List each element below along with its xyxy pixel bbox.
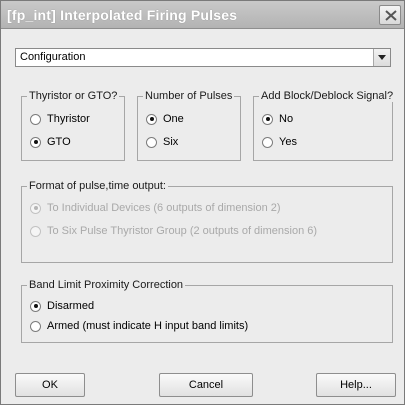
radio-button[interactable] [262,136,273,148]
radio-thyristor[interactable]: Thyristor [30,113,90,125]
radio-label: Armed (must indicate H input band limits… [47,320,249,332]
title-bar[interactable]: [fp_int] Interpolated Firing Pulses [1,1,404,29]
configuration-dropdown[interactable]: Configuration [15,48,391,67]
radio-button[interactable] [30,300,41,312]
close-button[interactable] [379,5,401,25]
radio-button[interactable] [146,113,157,125]
group-legend: Number of Pulses [143,90,235,102]
radio-no[interactable]: No [262,113,293,125]
configuration-dropdown-value: Configuration [20,51,86,63]
block-deblock-group: Add Block/Deblock Signal? No Yes [253,90,396,161]
radio-label: Thyristor [47,113,90,125]
radio-label: Six [163,136,179,148]
radio-button[interactable] [30,113,41,125]
cancel-button[interactable]: Cancel [159,373,253,397]
radio-armed[interactable]: Armed (must indicate H input band limits… [30,320,248,332]
radio-button [30,225,41,237]
radio-label: No [279,113,294,125]
radio-button[interactable] [262,113,273,125]
thyristor-or-gto-group: Thyristor or GTO? Thyristor GTO [21,90,125,161]
ok-button[interactable]: OK [15,373,85,397]
radio-six[interactable]: Six [146,136,178,148]
radio-gto[interactable]: GTO [30,136,71,148]
radio-button[interactable] [30,136,41,148]
radio-label: Yes [279,136,297,148]
radio-disarmed[interactable]: Disarmed [30,300,94,312]
radio-label: To Six Pulse Thyristor Group (2 outputs … [47,225,318,237]
group-legend: Band Limit Proximity Correction [27,279,186,291]
radio-label: One [163,113,184,125]
radio-label: Disarmed [47,300,95,312]
radio-label: To Individual Devices (6 outputs of dime… [47,202,281,214]
chevron-down-icon [378,55,386,60]
pulse-format-group: Format of pulse,time output: To Individu… [21,180,393,263]
dialog-window: [fp_int] Interpolated Firing Pulses Conf… [0,0,405,405]
radio-button[interactable] [146,136,157,148]
radio-label: GTO [47,136,71,148]
close-icon [385,10,397,21]
dropdown-arrow-button[interactable] [373,49,390,66]
help-button[interactable]: Help... [316,373,396,397]
group-legend: Thyristor or GTO? [27,90,120,102]
radio-six-pulse-group: To Six Pulse Thyristor Group (2 outputs … [30,225,317,237]
radio-yes[interactable]: Yes [262,136,297,148]
number-of-pulses-group: Number of Pulses One Six [137,90,241,161]
radio-button[interactable] [30,320,41,332]
window-title: [fp_int] Interpolated Firing Pulses [7,7,238,23]
radio-button [30,202,41,214]
group-legend: Add Block/Deblock Signal? [259,90,396,102]
band-limit-group: Band Limit Proximity Correction Disarmed… [21,279,393,343]
radio-one[interactable]: One [146,113,184,125]
group-legend: Format of pulse,time output: [27,180,168,192]
radio-individual-devices: To Individual Devices (6 outputs of dime… [30,202,281,214]
